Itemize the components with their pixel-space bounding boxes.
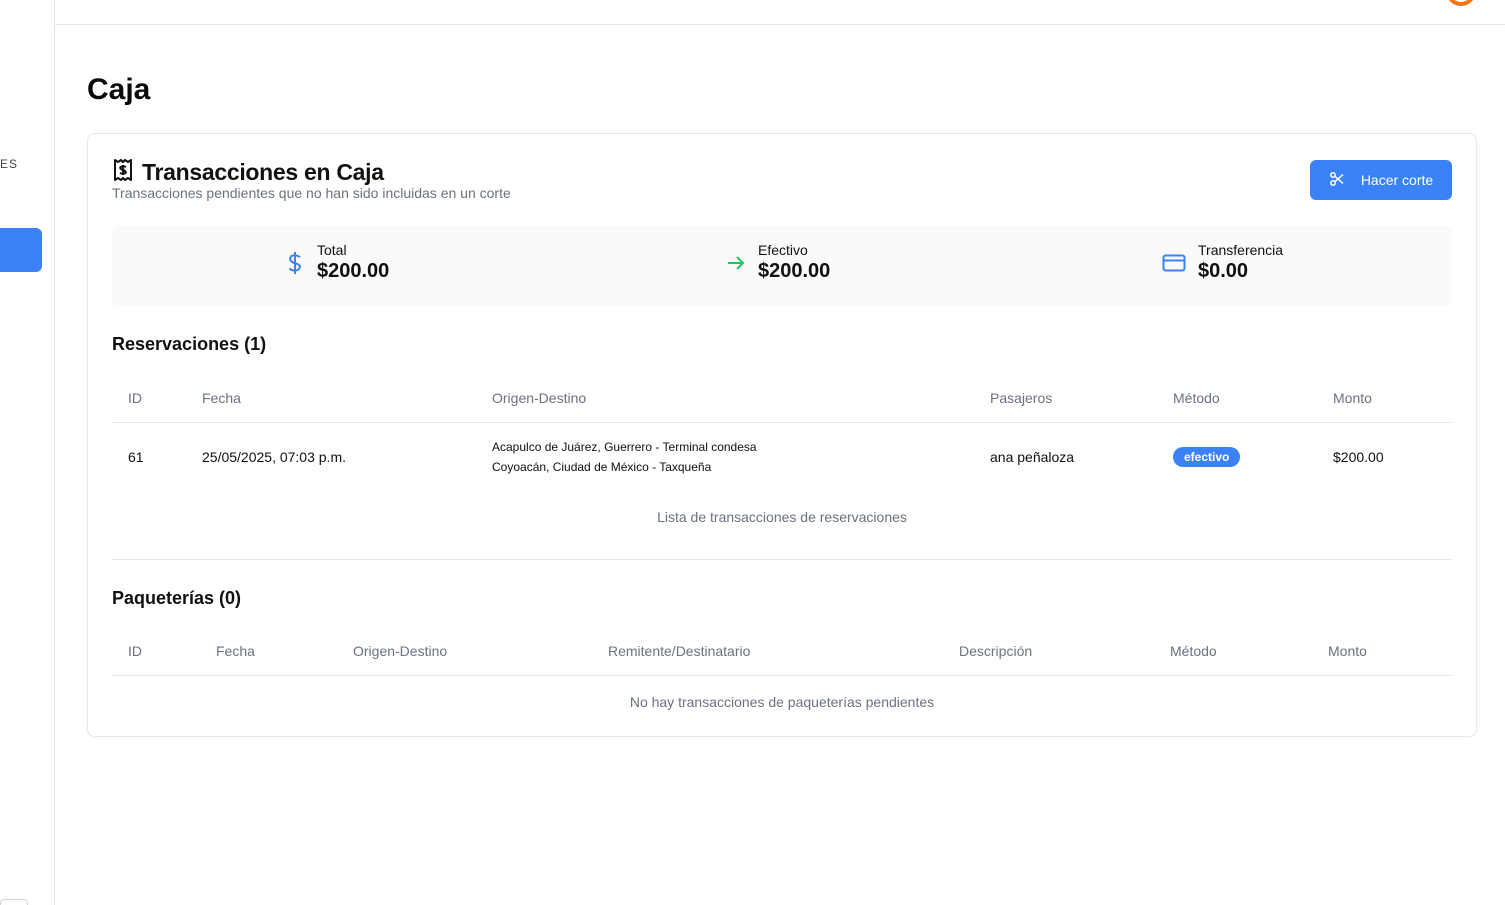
- cell-id: 61: [128, 449, 144, 466]
- summary-transfer: Transferencia $0.00: [1162, 242, 1283, 283]
- card-subtitle: Transacciones pendientes que no han sido…: [112, 185, 511, 201]
- summary-total: Total $200.00: [285, 242, 389, 283]
- col-header-route: Origen-Destino: [492, 374, 990, 423]
- cell-amount: $200.00: [1333, 449, 1384, 466]
- make-cut-label: Hacer corte: [1360, 172, 1434, 188]
- page-title: Caja: [87, 73, 151, 106]
- reservations-table: ID Fecha Origen-Destino Pasajeros Método…: [112, 374, 1452, 492]
- summary-transfer-label: Transferencia: [1198, 242, 1284, 258]
- cell-destination: Coyoacán, Ciudad de México - Taxqueña: [492, 460, 712, 475]
- cell-passengers: ana peñaloza: [990, 449, 1075, 466]
- sidebar-collapse-button[interactable]: [0, 899, 28, 905]
- cell-route: Acapulco de Juárez, Guerrero - Terminal …: [492, 422, 990, 492]
- packages-title: Paqueterías (0): [112, 588, 242, 608]
- packages-empty-message: No hay transacciones de paqueterías pend…: [629, 694, 935, 710]
- col-header-passengers: Pasajeros: [990, 374, 1173, 423]
- scissors-icon: [1329, 171, 1361, 190]
- packages-header-row: ID Fecha Origen-Destino Remitente/Destin…: [112, 627, 1452, 676]
- card-header: Transacciones en Caja: [112, 158, 384, 187]
- make-cut-button[interactable]: Hacer corte: [1310, 160, 1452, 200]
- table-row[interactable]: 61 25/05/2025, 07:03 p.m. Acapulco de Ju…: [112, 422, 1452, 492]
- col-header-method: Método: [1173, 374, 1333, 423]
- cell-method: efectivo: [1173, 422, 1333, 492]
- col-header-description: Descripción: [959, 627, 1170, 676]
- reservations-title: Reservaciones (1): [112, 334, 267, 354]
- col-header-route: Origen-Destino: [353, 627, 608, 676]
- section-divider: [112, 559, 1452, 560]
- transactions-card: Transacciones en Caja Transacciones pend…: [87, 133, 1477, 737]
- reservations-header-row: ID Fecha Origen-Destino Pasajeros Método…: [112, 374, 1452, 423]
- col-header-date: Fecha: [216, 627, 353, 676]
- col-header-sender-recipient: Remitente/Destinatario: [608, 627, 959, 676]
- col-header-method: Método: [1170, 627, 1328, 676]
- packages-table: ID Fecha Origen-Destino Remitente/Destin…: [112, 627, 1452, 676]
- sidebar-section-label: ES: [0, 157, 19, 171]
- summary-panel: Total $200.00 Efectivo $200.00 Transfere…: [112, 226, 1452, 306]
- col-header-amount: Monto: [1333, 374, 1452, 423]
- receipt-icon: [112, 158, 134, 187]
- col-header-id: ID: [112, 627, 216, 676]
- reservations-caption: Lista de transacciones de reservaciones: [657, 509, 907, 525]
- avatar[interactable]: [1446, 0, 1476, 6]
- summary-cash-value: $200.00: [758, 260, 831, 282]
- summary-total-label: Total: [317, 242, 347, 258]
- summary-total-value: $200.00: [317, 260, 390, 282]
- col-header-id: ID: [112, 374, 202, 423]
- dollar-icon: [285, 251, 305, 275]
- sidebar: ES: [0, 0, 55, 905]
- col-header-date: Fecha: [202, 374, 492, 423]
- card-title: Transacciones en Caja: [142, 159, 384, 185]
- cell-origin: Acapulco de Juárez, Guerrero - Terminal …: [492, 440, 757, 455]
- sidebar-item-active[interactable]: [0, 228, 42, 272]
- summary-cash: Efectivo $200.00: [726, 242, 830, 283]
- arrow-right-icon: [726, 251, 746, 275]
- summary-cash-label: Efectivo: [758, 242, 808, 258]
- credit-card-icon: [1162, 251, 1186, 275]
- top-bar: [55, 0, 1505, 25]
- summary-transfer-value: $0.00: [1198, 260, 1249, 282]
- cell-date: 25/05/2025, 07:03 p.m.: [202, 449, 346, 466]
- col-header-amount: Monto: [1328, 627, 1452, 676]
- method-badge: efectivo: [1173, 447, 1241, 468]
